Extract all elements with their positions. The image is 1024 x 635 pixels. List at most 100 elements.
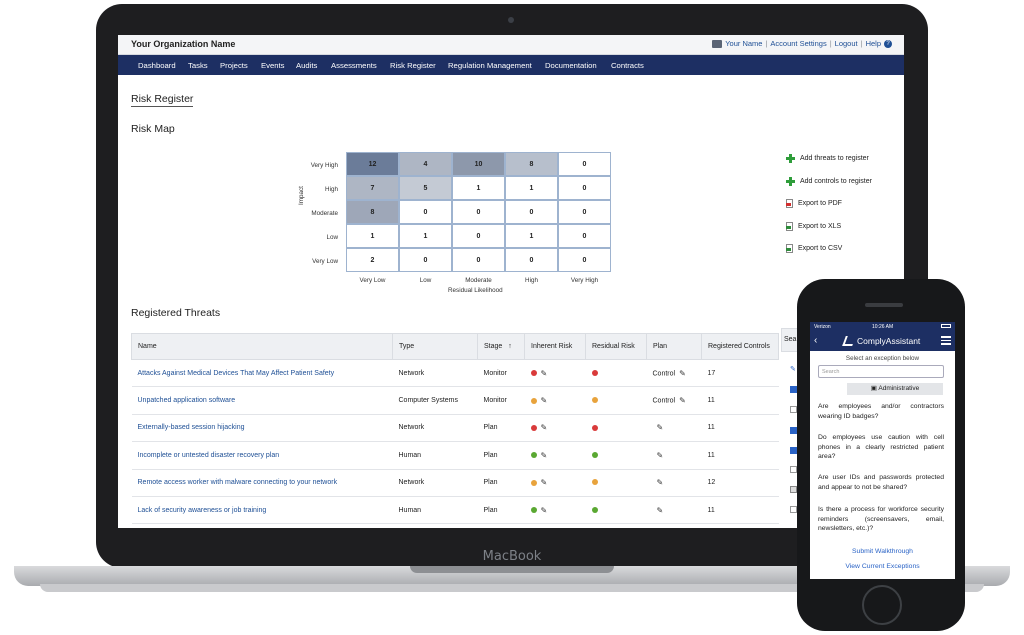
pencil-icon[interactable]: ✎ bbox=[541, 478, 548, 487]
col-header-name[interactable]: Name bbox=[131, 333, 393, 360]
submit-walkthrough-link[interactable]: Submit Walkthrough bbox=[810, 548, 955, 555]
account-settings-link[interactable]: Account Settings bbox=[770, 39, 826, 48]
pencil-icon[interactable]: ✎ bbox=[541, 451, 548, 460]
table-row[interactable]: Incomplete or untested disaster recovery… bbox=[131, 441, 779, 470]
heatmap-cell[interactable]: 0 bbox=[399, 200, 452, 224]
heatmap-cell[interactable]: 5 bbox=[399, 176, 452, 200]
heatmap-cell[interactable]: 1 bbox=[452, 176, 505, 200]
table-row[interactable]: Externally-based session hijacking Networ… bbox=[131, 414, 779, 443]
nav-assessments[interactable]: Assessments bbox=[331, 61, 377, 70]
phone-home-button[interactable] bbox=[862, 585, 902, 625]
row-checkbox[interactable] bbox=[790, 427, 797, 434]
back-chevron-icon[interactable]: ‹ bbox=[814, 335, 817, 346]
nav-events[interactable]: Events bbox=[261, 61, 285, 70]
help-link[interactable]: Help bbox=[866, 39, 881, 48]
threat-name-link[interactable]: Remote access worker with malware connec… bbox=[131, 469, 393, 497]
heatmap-cell[interactable]: 0 bbox=[505, 248, 558, 272]
pencil-icon[interactable]: ✎ bbox=[679, 369, 686, 378]
user-name-link[interactable]: Your Name bbox=[725, 39, 762, 48]
heatmap-cell[interactable]: 0 bbox=[452, 224, 505, 248]
nav-risk-register[interactable]: Risk Register bbox=[390, 61, 436, 70]
row-checkbox[interactable] bbox=[790, 466, 797, 473]
heatmap-cell[interactable]: 8 bbox=[505, 152, 558, 176]
heatmap-cell[interactable]: 0 bbox=[399, 248, 452, 272]
heatmap-cell[interactable]: 0 bbox=[558, 152, 611, 176]
nav-contracts[interactable]: Contracts bbox=[611, 61, 644, 70]
col-header-registered-controls[interactable]: Registered Controls bbox=[701, 333, 779, 360]
heatmap-cell[interactable]: 0 bbox=[558, 224, 611, 248]
nav-projects[interactable]: Projects bbox=[220, 61, 248, 70]
edit-icon[interactable]: ✎ bbox=[790, 365, 797, 373]
row-checkbox[interactable] bbox=[790, 406, 797, 413]
col-header-plan[interactable]: Plan bbox=[646, 333, 702, 360]
pencil-icon[interactable]: ✎ bbox=[541, 396, 548, 405]
threat-name-link[interactable]: Attacks Against Medical Devices That May… bbox=[131, 359, 393, 388]
exception-question[interactable]: Are employees and/or contractors wearing… bbox=[818, 402, 944, 421]
threat-name-link[interactable]: Lack of security awareness or job traini… bbox=[131, 496, 393, 525]
heatmap-cell[interactable]: 12 bbox=[346, 152, 399, 176]
user-links: Your Name | Account Settings | Logout | … bbox=[712, 39, 892, 48]
threat-name-link[interactable]: Incomplete or untested disaster recovery… bbox=[131, 441, 393, 470]
exception-question[interactable]: Do employees use caution with cell phone… bbox=[818, 433, 944, 462]
hamburger-menu-icon[interactable] bbox=[941, 336, 951, 345]
table-row[interactable]: Unpatched application software Computer S… bbox=[131, 386, 779, 415]
export-pdf-action[interactable]: Export to PDF bbox=[786, 199, 842, 208]
heatmap-cell[interactable]: 1 bbox=[505, 176, 558, 200]
threat-name-link[interactable]: Externally-based session hijacking bbox=[131, 414, 393, 443]
heatmap-cell[interactable]: 0 bbox=[558, 200, 611, 224]
heatmap-cell[interactable]: 0 bbox=[505, 200, 558, 224]
pencil-icon[interactable]: ✎ bbox=[541, 423, 548, 432]
export-csv-action[interactable]: Export to CSV bbox=[786, 244, 842, 253]
export-xls-action[interactable]: Export to XLS bbox=[786, 222, 841, 231]
heatmap-cell[interactable]: 2 bbox=[346, 248, 399, 272]
heatmap-cell[interactable]: 1 bbox=[505, 224, 558, 248]
residual-risk-dot bbox=[591, 369, 598, 376]
calendar-icon[interactable] bbox=[790, 486, 797, 493]
nav-documentation[interactable]: Documentation bbox=[545, 61, 597, 70]
laptop-notch bbox=[410, 566, 614, 573]
heatmap-cell[interactable]: 0 bbox=[452, 200, 505, 224]
heatmap-cell[interactable]: 0 bbox=[558, 176, 611, 200]
pencil-icon[interactable]: ✎ bbox=[657, 451, 664, 460]
add-threats-action[interactable]: Add threats to register bbox=[786, 154, 869, 163]
heatmap-cell[interactable]: 0 bbox=[558, 248, 611, 272]
table-row[interactable]: Lack of security awareness or job traini… bbox=[131, 496, 779, 525]
plan-cell: ✎ bbox=[646, 469, 702, 497]
row-checkbox[interactable] bbox=[790, 386, 797, 393]
help-icon[interactable]: ? bbox=[884, 39, 892, 48]
nav-dashboard[interactable]: Dashboard bbox=[138, 61, 176, 70]
exception-question[interactable]: Are user IDs and passwords protected and… bbox=[818, 473, 944, 492]
table-row[interactable]: Remote access worker with malware connec… bbox=[131, 469, 779, 497]
pencil-icon[interactable]: ✎ bbox=[541, 369, 548, 378]
pencil-icon[interactable]: ✎ bbox=[541, 506, 548, 515]
heatmap-cell[interactable]: 0 bbox=[452, 248, 505, 272]
nav-tasks[interactable]: Tasks bbox=[188, 61, 208, 70]
exception-question[interactable]: Is there a process for workforce securit… bbox=[818, 505, 944, 534]
heatmap-cell[interactable]: 10 bbox=[452, 152, 505, 176]
col-header-stage[interactable]: Stage ↑ bbox=[477, 333, 525, 360]
row-checkbox[interactable] bbox=[790, 506, 797, 513]
heatmap-cell[interactable]: 1 bbox=[399, 224, 452, 248]
heatmap-cell[interactable]: 8 bbox=[346, 200, 399, 224]
nav-regulation-management[interactable]: Regulation Management bbox=[448, 61, 532, 70]
logout-link[interactable]: Logout bbox=[835, 39, 858, 48]
nav-audits[interactable]: Audits bbox=[296, 61, 317, 70]
heatmap-cell[interactable]: 7 bbox=[346, 176, 399, 200]
phone-search-input[interactable]: Search bbox=[818, 365, 944, 378]
add-controls-action[interactable]: Add controls to register bbox=[786, 177, 872, 186]
col-header-inherent-risk[interactable]: Inherent Risk bbox=[524, 333, 586, 360]
table-row[interactable]: Attacks Against Medical Devices That May… bbox=[131, 359, 779, 388]
sort-up-icon[interactable]: ↑ bbox=[508, 343, 512, 350]
pencil-icon[interactable]: ✎ bbox=[679, 396, 686, 405]
row-checkbox[interactable] bbox=[790, 447, 797, 454]
pencil-icon[interactable]: ✎ bbox=[657, 423, 664, 432]
pencil-icon[interactable]: ✎ bbox=[657, 478, 664, 487]
administrative-filter-button[interactable]: ▣ Administrative bbox=[847, 383, 943, 395]
heatmap-cell[interactable]: 1 bbox=[346, 224, 399, 248]
col-header-type[interactable]: Type bbox=[392, 333, 478, 360]
col-header-residual-risk[interactable]: Residual Risk bbox=[585, 333, 647, 360]
heatmap-cell[interactable]: 4 bbox=[399, 152, 452, 176]
pencil-icon[interactable]: ✎ bbox=[657, 506, 664, 515]
threat-name-link[interactable]: Unpatched application software bbox=[131, 386, 393, 415]
view-current-exceptions-link[interactable]: View Current Exceptions bbox=[810, 563, 955, 570]
